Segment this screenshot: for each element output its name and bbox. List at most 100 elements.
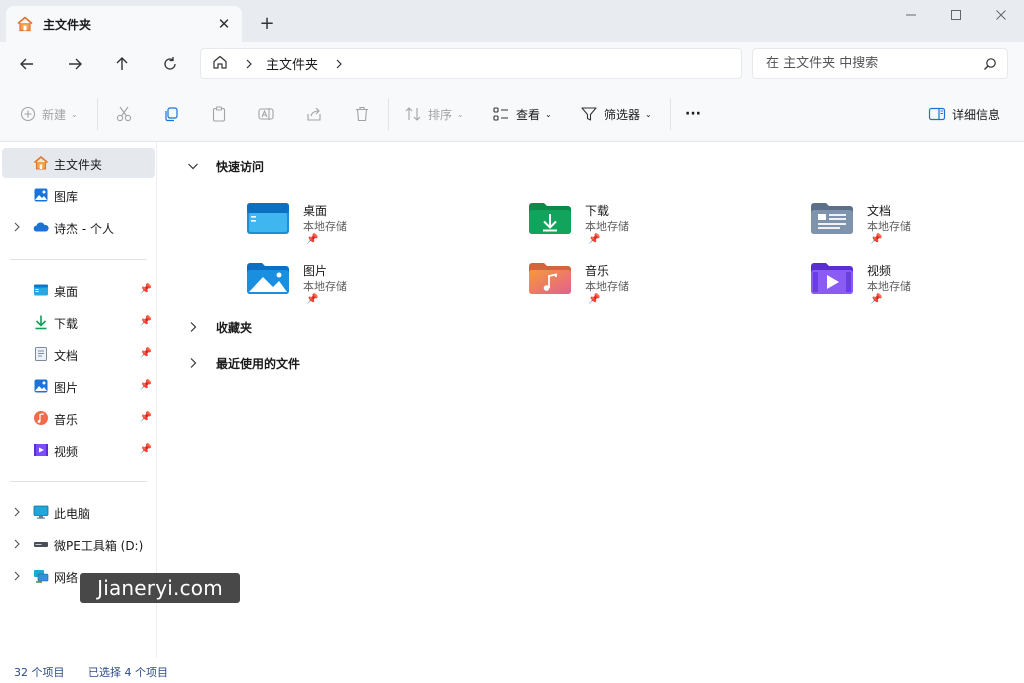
up-button[interactable] — [108, 51, 136, 77]
sidebar-item-this-pc[interactable]: 此电脑 — [2, 497, 155, 527]
new-button[interactable]: 新建 ⌄ — [20, 102, 78, 126]
rename-icon — [258, 108, 274, 120]
share-icon — [307, 107, 321, 121]
section-quick-access[interactable]: 快速访问 — [186, 156, 264, 176]
pin-icon[interactable]: 📌 — [140, 316, 152, 327]
sidebar-item-drive-d[interactable]: 微PE工具箱 (D:) — [2, 529, 155, 559]
title-bar: 主文件夹 ✕ + — [0, 0, 1024, 42]
pin-icon: 📌 — [588, 294, 601, 305]
sidebar-item-gallery[interactable]: 图库 — [2, 180, 155, 210]
copy-button[interactable] — [162, 102, 180, 126]
section-favorites[interactable]: 收藏夹 — [186, 317, 252, 337]
sort-label: 排序 — [428, 107, 453, 122]
videos-icon — [33, 442, 49, 458]
sidebar-item-music[interactable]: 音乐 📌 — [2, 403, 155, 433]
pin-icon[interactable]: 📌 — [140, 284, 152, 295]
address-field[interactable]: 主文件夹 — [200, 48, 742, 79]
section-recent-files[interactable]: 最近使用的文件 — [186, 353, 300, 373]
chevron-right-icon[interactable] — [334, 59, 344, 69]
download-icon — [33, 314, 49, 330]
minimize-button[interactable] — [888, 4, 934, 26]
details-pane-icon — [928, 107, 946, 121]
quick-access-downloads[interactable]: 下载 本地存储 📌 — [528, 196, 728, 252]
music-icon — [33, 410, 49, 426]
pin-icon: 📌 — [306, 234, 319, 245]
tile-subtitle: 本地存储 — [303, 220, 347, 233]
chevron-right-icon[interactable] — [11, 570, 23, 582]
sidebar-item-onedrive[interactable]: 诗杰 - 个人 — [2, 212, 155, 242]
pin-icon[interactable]: 📌 — [140, 444, 152, 455]
filter-button[interactable]: 筛选器 ⌄ — [580, 102, 652, 126]
maximize-button[interactable] — [933, 4, 979, 26]
details-pane-button[interactable]: 详细信息 — [928, 102, 1000, 126]
quick-access-desktop[interactable]: 桌面 本地存储 📌 — [246, 196, 446, 252]
forward-button[interactable] — [61, 51, 89, 77]
address-bar: 主文件夹 — [0, 42, 1024, 86]
desktop-icon — [33, 282, 49, 298]
chevron-right-icon[interactable] — [186, 320, 200, 334]
desktop-folder-icon — [247, 203, 289, 234]
home-icon — [16, 15, 34, 33]
details-label: 详细信息 — [952, 107, 1001, 122]
sidebar-item-home[interactable]: 主文件夹 — [2, 148, 155, 178]
view-list-icon — [493, 107, 508, 121]
sidebar-item-label: 桌面 — [54, 285, 79, 299]
sidebar-item-pictures[interactable]: 图片 📌 — [2, 371, 155, 401]
sidebar-item-label: 图片 — [54, 381, 79, 395]
home-icon — [33, 155, 49, 171]
close-window-button[interactable] — [978, 4, 1024, 26]
quick-access-documents[interactable]: 文档 本地存储 📌 — [810, 196, 1010, 252]
tile-subtitle: 本地存储 — [303, 280, 347, 293]
filter-label: 筛选器 — [604, 107, 641, 122]
pin-icon[interactable]: 📌 — [140, 412, 152, 423]
more-options-button[interactable]: ··· — [685, 102, 701, 126]
cut-button[interactable] — [115, 102, 133, 126]
sidebar-item-downloads[interactable]: 下载 📌 — [2, 307, 155, 337]
pin-icon[interactable]: 📌 — [140, 348, 152, 359]
home-icon[interactable] — [212, 54, 228, 73]
share-button[interactable] — [305, 102, 323, 126]
status-bar: 32 个项目 已选择 4 个项目 — [0, 658, 1024, 683]
paste-button[interactable] — [210, 102, 228, 126]
chevron-right-icon[interactable] — [186, 356, 200, 370]
search-icon[interactable] — [983, 57, 997, 74]
copy-icon — [165, 107, 178, 122]
chevron-down-icon[interactable] — [186, 159, 200, 173]
sidebar-item-videos[interactable]: 视频 📌 — [2, 435, 155, 465]
chevron-right-icon[interactable] — [244, 59, 254, 69]
sidebar-divider — [10, 259, 147, 260]
search-box[interactable] — [752, 48, 1008, 79]
back-button[interactable] — [13, 51, 41, 77]
new-tab-button[interactable]: + — [256, 12, 278, 34]
content-pane: 快速访问 桌面 本地存储 📌 下载 本地存储 📌 文档 本地存储 📌 图片 本地… — [158, 142, 1024, 658]
drive-icon — [33, 536, 49, 552]
chevron-right-icon[interactable] — [11, 506, 23, 518]
delete-button[interactable] — [353, 102, 371, 126]
quick-access-videos[interactable]: 视频 本地存储 📌 — [810, 256, 1010, 312]
trash-icon — [356, 106, 368, 122]
sidebar-item-label: 图库 — [54, 190, 79, 204]
tile-name: 视频 — [867, 264, 892, 278]
divider — [670, 98, 671, 130]
view-button[interactable]: 查看 ⌄ — [492, 102, 552, 126]
refresh-icon — [164, 57, 176, 70]
tab-home[interactable]: 主文件夹 ✕ — [6, 6, 242, 42]
more-icon: ··· — [685, 106, 701, 122]
quick-access-pictures[interactable]: 图片 本地存储 📌 — [246, 256, 446, 312]
pin-icon: 📌 — [870, 234, 883, 245]
sidebar-item-desktop[interactable]: 桌面 📌 — [2, 275, 155, 305]
close-tab-button[interactable]: ✕ — [214, 14, 234, 34]
music-folder-icon — [529, 263, 571, 294]
search-input[interactable] — [766, 56, 978, 71]
chevron-right-icon[interactable] — [11, 221, 23, 233]
rename-button[interactable] — [257, 102, 275, 126]
pin-icon[interactable]: 📌 — [140, 380, 152, 391]
quick-access-music[interactable]: 音乐 本地存储 📌 — [528, 256, 728, 312]
breadcrumb-home[interactable]: 主文件夹 — [266, 54, 318, 73]
chevron-right-icon[interactable] — [11, 538, 23, 550]
videos-folder-icon — [811, 263, 853, 294]
sort-button[interactable]: 排序 ⌄ — [404, 102, 464, 126]
sidebar-item-documents[interactable]: 文档 📌 — [2, 339, 155, 369]
refresh-button[interactable] — [156, 51, 184, 77]
sidebar-item-label: 音乐 — [54, 413, 79, 427]
